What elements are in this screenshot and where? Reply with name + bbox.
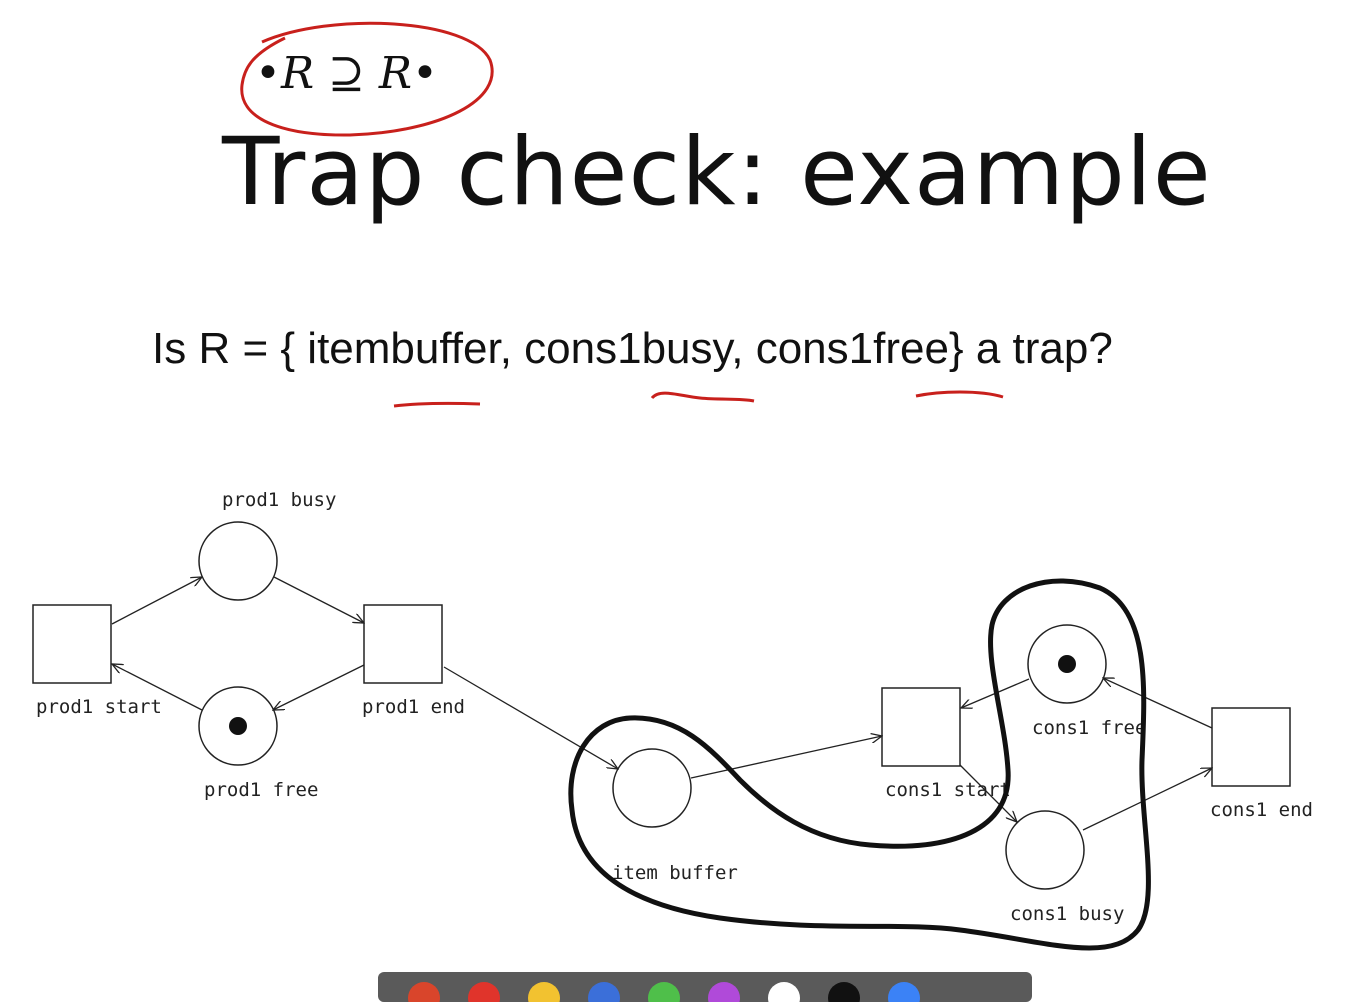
place-prod1-busy bbox=[198, 521, 278, 601]
label-prod1-free: prod1 free bbox=[204, 779, 318, 801]
color-swatch[interactable] bbox=[468, 982, 500, 1002]
color-swatch[interactable] bbox=[408, 982, 440, 1002]
label-prod1-busy: prod1 busy bbox=[222, 489, 336, 511]
label-cons1-busy: cons1 busy bbox=[1010, 903, 1124, 925]
place-item-buffer bbox=[612, 748, 692, 828]
arc-prod1start-prod1busy bbox=[111, 577, 202, 625]
transition-cons1-start bbox=[881, 687, 961, 767]
label-cons1-free: cons1 free bbox=[1032, 717, 1146, 739]
token-cons1-free bbox=[1058, 655, 1076, 673]
color-swatch[interactable] bbox=[708, 982, 740, 1002]
annotation-toolbar[interactable] bbox=[378, 972, 1032, 1002]
transition-prod1-end bbox=[363, 604, 443, 684]
petri-net-diagram: prod1 busy prod1 free item buffer cons1 … bbox=[32, 489, 1313, 951]
color-swatch[interactable] bbox=[888, 982, 920, 1002]
slide: •R ⊇ R• Trap check: example Is R = { ite… bbox=[0, 0, 1358, 1002]
transition-cons1-end bbox=[1211, 707, 1291, 787]
transition-prod1-start bbox=[32, 604, 112, 684]
place-cons1-busy bbox=[1005, 810, 1085, 890]
label-item-buffer: item buffer bbox=[612, 862, 738, 884]
color-swatch[interactable] bbox=[648, 982, 680, 1002]
label-cons1-start: cons1 start bbox=[885, 779, 1011, 801]
label-prod1-end: prod1 end bbox=[362, 696, 465, 718]
color-swatch[interactable] bbox=[828, 982, 860, 1002]
color-swatch[interactable] bbox=[588, 982, 620, 1002]
label-prod1-start: prod1 start bbox=[36, 696, 162, 718]
color-swatch[interactable] bbox=[528, 982, 560, 1002]
arc-cons1busy-cons1end bbox=[1082, 768, 1212, 831]
arc-prod1busy-prod1end bbox=[273, 576, 364, 623]
arc-prod1end-itembuffer bbox=[443, 666, 618, 769]
token-prod1-free bbox=[229, 717, 247, 735]
color-swatch[interactable] bbox=[768, 982, 800, 1002]
arc-prod1end-prod1free bbox=[273, 664, 365, 710]
label-cons1-end: cons1 end bbox=[1210, 799, 1313, 821]
